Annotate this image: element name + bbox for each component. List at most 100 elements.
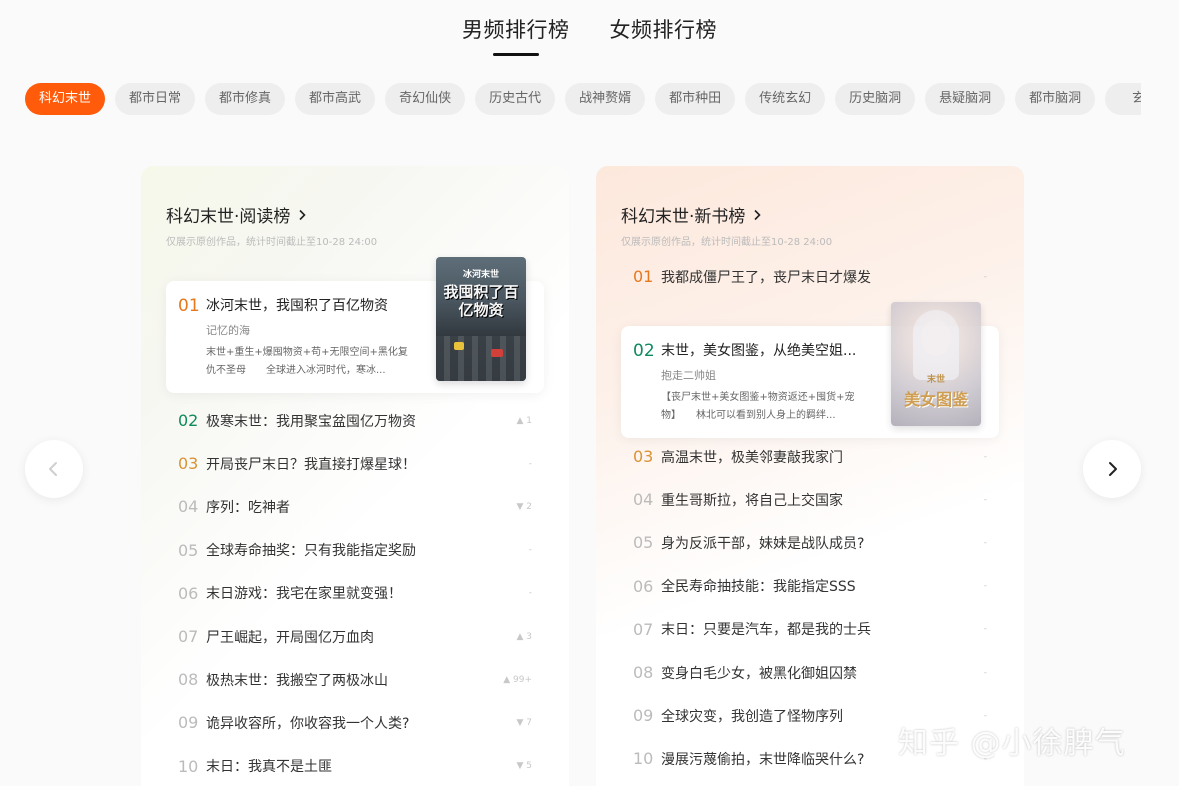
book-title[interactable]: 身为反派干部，妹妹是战队成员?: [661, 533, 947, 553]
book-title[interactable]: 开局丧尸末日？我直接打爆星球！: [206, 454, 492, 474]
category-chip[interactable]: 玄幻: [1105, 83, 1141, 115]
book-title[interactable]: 序列：吃神者: [206, 497, 492, 517]
book-title[interactable]: 极寒末世：我用聚宝盆囤亿万物资: [206, 411, 492, 431]
book-title[interactable]: 末世，美女图鉴，从绝美空姐...: [661, 340, 881, 360]
book-cover[interactable]: 冰河末世 我囤积了百亿物资: [436, 257, 526, 381]
ranking-list: 01 我都成僵尸王了，丧尸末日才爆发 -: [633, 255, 987, 298]
book-title[interactable]: 极热末世：我搬空了两极冰山: [206, 670, 492, 690]
rank-number: 06: [178, 583, 199, 603]
book-title[interactable]: 全球寿命抽奖：只有我能指定奖励: [206, 540, 492, 560]
prev-button[interactable]: [25, 440, 83, 498]
rank-trend: ▲ 1: [516, 415, 532, 426]
list-item[interactable]: 07 末日：只要是汽车，都是我的士兵 -: [633, 608, 987, 651]
category-chip[interactable]: 奇幻仙侠: [385, 83, 466, 115]
book-cover[interactable]: 末世 美女图鉴: [891, 302, 981, 426]
list-item[interactable]: 03 高温末世，极美邻妻敲我家门 -: [633, 435, 987, 478]
ranking-tabs: 男频排行榜 女频排行榜: [0, 14, 1179, 56]
book-title[interactable]: 变身白毛少女，被黑化御姐囚禁: [661, 663, 947, 683]
rank-number: 07: [178, 627, 199, 647]
list-item[interactable]: 04 重生哥斯拉，将自己上交国家 -: [633, 478, 987, 521]
cover-label: 末世: [926, 375, 945, 385]
category-chip[interactable]: 战神赘婿: [565, 83, 646, 115]
category-chip[interactable]: 都市种田: [655, 83, 736, 115]
list-item[interactable]: 05 全球寿命抽奖：只有我能指定奖励 -: [178, 529, 532, 572]
list-item[interactable]: 04 序列：吃神者 ▼ 2: [178, 485, 532, 528]
category-chip[interactable]: 历史脑洞: [835, 83, 916, 115]
rank-number: 01: [633, 267, 654, 287]
book-description: 【丧尸末世+美女图鉴+物资返还+囤货+宠物】 林北可以看到别人身上的羁绊...: [661, 392, 855, 421]
list-item[interactable]: 07 尸王崛起，开局囤亿万血肉 ▲ 3: [178, 615, 532, 658]
category-chip[interactable]: 都市脑洞: [1015, 83, 1096, 115]
rank-number: 10: [633, 749, 654, 769]
rank-number: 04: [633, 490, 654, 510]
next-button[interactable]: [1083, 440, 1141, 498]
rank-trend: -: [528, 545, 532, 556]
book-title[interactable]: 冰河末世，我囤积了百亿物资: [206, 295, 426, 315]
watermark: 知乎 @小徐脾气: [898, 726, 1126, 761]
tab-female-ranking[interactable]: 女频排行榜: [608, 14, 720, 56]
book-title[interactable]: 末日：我真不是土匪: [206, 756, 492, 776]
rank-trend: -: [983, 451, 987, 462]
book-author[interactable]: 抱走二帅姐: [661, 367, 716, 383]
list-item[interactable]: 09 诡异收容所，你收容我一个人类? ▼ 7: [178, 701, 532, 744]
rank-trend: ▼ 7: [516, 717, 532, 728]
rank-trend: ▲ 3: [516, 631, 532, 642]
book-title[interactable]: 尸王崛起，开局囤亿万血肉: [206, 627, 492, 647]
rank-number: 03: [633, 447, 654, 467]
rank-number: 06: [633, 576, 654, 596]
rank-number: 01: [178, 296, 200, 316]
rank-trend: -: [983, 581, 987, 592]
book-description: 末世+重生+爆囤物资+苟+无限空间+黑化复仇不圣母 全球进入冰河时代，寒冰...: [206, 347, 408, 376]
book-title[interactable]: 全民寿命抽技能：我能指定SSS: [661, 576, 947, 596]
book-title[interactable]: 重生哥斯拉，将自己上交国家: [661, 490, 947, 510]
ranking-list: 02 极寒末世：我用聚宝盆囤亿万物资 ▲ 1 03 开局丧尸末日？我直接打爆星球…: [178, 399, 532, 786]
book-title[interactable]: 我都成僵尸王了，丧尸末日才爆发: [661, 267, 947, 287]
rank-number: 10: [178, 756, 199, 776]
book-title[interactable]: 高温末世，极美邻妻敲我家门: [661, 447, 947, 467]
category-chip[interactable]: 都市修真: [205, 83, 286, 115]
list-item[interactable]: 10 末日：我真不是土匪 ▼ 5: [178, 745, 532, 786]
rank-trend: -: [528, 458, 532, 469]
rank-number: 02: [178, 411, 199, 431]
tab-male-ranking[interactable]: 男频排行榜: [460, 14, 572, 56]
list-item[interactable]: 06 末日游戏：我宅在家里就变强！ -: [178, 572, 532, 615]
rank-number: 07: [633, 619, 654, 639]
panel-subtitle: 仅展示原创作品，统计时间截止至10-28 24:00: [621, 237, 833, 248]
rank-trend: -: [983, 537, 987, 548]
rank-trend: -: [983, 624, 987, 635]
list-item[interactable]: 06 全民寿命抽技能：我能指定SSS -: [633, 565, 987, 608]
rank-number: 09: [633, 706, 654, 726]
new-book-ranking-panel: 科幻末世·新书榜 仅展示原创作品，统计时间截止至10-28 24:00 01 我…: [596, 166, 1024, 786]
chevron-right-icon: [1109, 462, 1117, 476]
rank-number: 04: [178, 497, 199, 517]
category-chip[interactable]: 传统玄幻: [745, 83, 826, 115]
rank-number: 05: [178, 540, 199, 560]
list-item[interactable]: 01 我都成僵尸王了，丧尸末日才爆发 -: [633, 255, 987, 298]
category-chip[interactable]: 历史古代: [475, 83, 556, 115]
book-title[interactable]: 诡异收容所，你收容我一个人类?: [206, 713, 492, 733]
rank-trend: -: [983, 271, 987, 282]
list-item[interactable]: 05 身为反派干部，妹妹是战队成员? -: [633, 521, 987, 564]
panel-title[interactable]: 科幻末世·阅读榜: [166, 202, 308, 227]
list-item[interactable]: 08 变身白毛少女，被黑化御姐囚禁 -: [633, 651, 987, 694]
cover-label: 冰河末世: [462, 270, 499, 280]
category-chip[interactable]: 悬疑脑洞: [925, 83, 1006, 115]
book-title[interactable]: 末日：只要是汽车，都是我的士兵: [661, 619, 947, 639]
list-item[interactable]: 03 开局丧尸末日？我直接打爆星球！ -: [178, 442, 532, 485]
book-author[interactable]: 记忆的海: [206, 322, 250, 338]
panel-title[interactable]: 科幻末世·新书榜: [621, 202, 763, 227]
category-chip[interactable]: 都市日常: [115, 83, 196, 115]
reading-ranking-panel: 科幻末世·阅读榜 仅展示原创作品，统计时间截止至10-28 24:00 01 冰…: [141, 166, 569, 786]
rank-trend: -: [983, 667, 987, 678]
chevron-left-icon: [49, 462, 57, 476]
rank-trend: ▲ 99+: [503, 674, 532, 685]
category-chips: 科幻末世 都市日常 都市修真 都市高武 奇幻仙侠 历史古代 战神赘婿 都市种田 …: [25, 83, 1141, 117]
rank-trend: -: [983, 494, 987, 505]
list-item[interactable]: 08 极热末世：我搬空了两极冰山 ▲ 99+: [178, 658, 532, 701]
chevron-right-icon: [299, 209, 307, 220]
list-item[interactable]: 02 极寒末世：我用聚宝盆囤亿万物资 ▲ 1: [178, 399, 532, 442]
category-chip[interactable]: 科幻末世: [25, 83, 106, 115]
book-title[interactable]: 末日游戏：我宅在家里就变强！: [206, 583, 492, 603]
category-chip[interactable]: 都市高武: [295, 83, 376, 115]
rank-trend: ▼ 2: [516, 501, 532, 512]
